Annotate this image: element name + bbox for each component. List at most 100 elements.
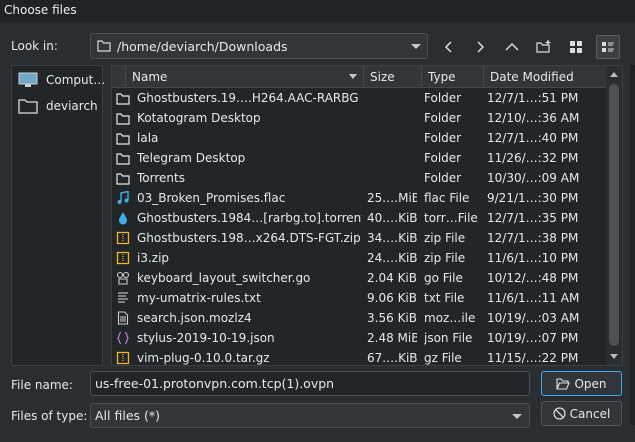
file-row[interactable]: Torrents Folder 10/30/…:09 AM — [112, 168, 606, 188]
file-date: 12/7/1…:40 PM — [487, 131, 579, 145]
file-row[interactable]: Ghostbusters.1984…[rarbg.to].torrent 40.…… — [112, 208, 606, 228]
file-type: Folder — [424, 131, 462, 145]
folder-icon — [116, 151, 130, 165]
file-row[interactable]: search.json.mozlz4 3.56 KiB moz…ile 10/19/…… — [112, 308, 606, 328]
file-size: 40.…KiB — [367, 211, 417, 225]
file-date: 11/6/1…:11 AM — [487, 291, 580, 305]
column-name-label: Name — [132, 70, 168, 84]
go-file-icon — [116, 271, 130, 285]
open-button[interactable]: Open — [541, 371, 622, 396]
file-type: txt File — [424, 291, 465, 305]
column-type-label: Type — [428, 70, 456, 84]
file-type: Folder — [424, 151, 462, 165]
detail-view-button[interactable] — [596, 35, 620, 59]
sidebar-item-computer[interactable]: Comput… — [18, 70, 105, 90]
detail-view-icon — [602, 42, 614, 52]
file-type: flac File — [424, 191, 470, 205]
torrent-icon — [116, 211, 130, 225]
file-name: 03_Broken_Promises.flac — [137, 191, 286, 205]
json-file-icon — [116, 331, 130, 345]
file-name: keyboard_layout_switcher.go — [137, 271, 311, 285]
column-type[interactable]: Type — [422, 66, 484, 88]
cancel-button[interactable]: Cancel — [541, 401, 622, 426]
scroll-down-icon[interactable] — [610, 354, 618, 359]
cancel-button-label: Cancel — [569, 406, 611, 421]
file-name: lala — [137, 131, 159, 145]
archive-icon — [116, 231, 130, 245]
look-in-label: Look in: — [11, 39, 58, 53]
sidebar-item-label: Comput… — [46, 73, 106, 87]
file-list[interactable]: Name Size Type Date Modified Ghostbuster… — [111, 65, 623, 366]
column-date[interactable]: Date Modified — [484, 66, 606, 88]
file-row[interactable]: Telegram Desktop Folder 11/26/…:32 PM — [112, 148, 606, 168]
file-date: 9/21/1…:30 PM — [487, 191, 579, 205]
file-date: 12/7/1…:51 PM — [487, 91, 579, 105]
vertical-scrollbar[interactable] — [606, 66, 622, 365]
file-name: Ghostbusters.1984…[rarbg.to].torrent — [137, 211, 362, 225]
file-type: go File — [424, 271, 463, 285]
file-type: gz File — [424, 351, 462, 365]
file-name: Ghostbusters.198…x264.DTS-FGT.zip — [137, 231, 361, 245]
file-type-combo[interactable]: All files (*) — [90, 403, 530, 428]
file-name: Telegram Desktop — [137, 151, 246, 165]
computer-icon — [18, 72, 38, 87]
sort-descending-icon — [349, 74, 357, 79]
file-row[interactable]: stylus-2019-10-19.json 2.48 MiB json File 1… — [112, 328, 606, 348]
cancel-icon — [553, 407, 566, 420]
open-folder-icon — [556, 377, 571, 390]
file-row[interactable]: lala Folder 12/7/1…:40 PM — [112, 128, 606, 148]
scroll-thumb[interactable] — [609, 84, 619, 346]
file-row[interactable]: vim-plug-0.10.0.tar.gz 67.…KiB gz File 11/1… — [112, 348, 606, 365]
file-row[interactable]: i3.zip 24.…KiB zip File 11/6/1…:10 PM — [112, 248, 606, 268]
file-row[interactable]: my-umatrix-rules.txt 9.06 KiB txt File 11/6… — [112, 288, 606, 308]
new-folder-button[interactable] — [532, 35, 556, 59]
file-name-input[interactable]: us-free-01.protonvpn.com.tcp(1).ovpn — [90, 371, 530, 396]
column-name[interactable]: Name — [126, 66, 364, 88]
forward-button[interactable] — [468, 35, 492, 59]
file-name: Torrents — [137, 171, 185, 185]
file-size: 34.…KiB — [367, 231, 417, 245]
file-date: 12/7/1…:38 PM — [487, 231, 579, 245]
window-title: Choose files — [4, 3, 77, 17]
chevron-down-icon — [411, 44, 421, 49]
file-name: stylus-2019-10-19.json — [137, 331, 275, 345]
file-type-label: Files of type: — [11, 409, 88, 423]
column-size-label: Size — [370, 70, 395, 84]
look-in-combo[interactable]: /home/deviarch/Downloads — [90, 33, 428, 59]
file-name: i3.zip — [137, 251, 170, 265]
file-type: Folder — [424, 91, 462, 105]
file-row[interactable]: Kotatogram Desktop Folder 12/10/…:36 AM — [112, 108, 606, 128]
parent-folder-button[interactable] — [500, 35, 524, 59]
folder-icon — [116, 91, 130, 105]
file-date: 12/10/…:36 AM — [487, 111, 580, 125]
back-button[interactable] — [437, 35, 461, 59]
file-size: 9.06 KiB — [367, 291, 417, 305]
places-sidebar: Comput… deviarch — [11, 65, 105, 366]
file-type-value: All files (*) — [95, 408, 160, 423]
title-bar: Choose files — [0, 0, 635, 22]
file-size: 3.56 KiB — [367, 311, 417, 325]
file-type: json File — [424, 331, 473, 345]
header-spacer — [112, 66, 126, 88]
icon-view-icon — [570, 41, 582, 53]
open-button-label: Open — [574, 376, 607, 391]
current-path: /home/deviarch/Downloads — [117, 39, 288, 54]
file-rows: Ghostbusters.19….H264.AAC-RARBG Folder 12/… — [112, 88, 606, 365]
folder-icon — [116, 111, 130, 125]
file-row[interactable]: keyboard_layout_switcher.go 2.04 KiB go Fi… — [112, 268, 606, 288]
file-date: 11/6/1…:10 PM — [487, 251, 579, 265]
file-row[interactable]: 03_Broken_Promises.flac 25.…MiB flac File 9… — [112, 188, 606, 208]
file-name: vim-plug-0.10.0.tar.gz — [137, 351, 270, 365]
audio-file-icon — [116, 190, 130, 205]
file-row[interactable]: Ghostbusters.19….H264.AAC-RARBG Folder 12/… — [112, 88, 606, 108]
file-name: Ghostbusters.19….H264.AAC-RARBG — [137, 91, 359, 105]
folder-icon — [116, 131, 130, 145]
new-folder-icon — [536, 40, 551, 53]
sidebar-item-deviarch[interactable]: deviarch — [18, 96, 98, 116]
file-size: 25.…MiB — [367, 191, 417, 205]
column-size[interactable]: Size — [364, 66, 422, 88]
scroll-up-icon[interactable] — [610, 72, 618, 77]
file-row[interactable]: Ghostbusters.198…x264.DTS-FGT.zip 34.…KiB… — [112, 228, 606, 248]
icon-view-button[interactable] — [564, 35, 588, 59]
file-date: 11/26/…:32 PM — [487, 151, 579, 165]
